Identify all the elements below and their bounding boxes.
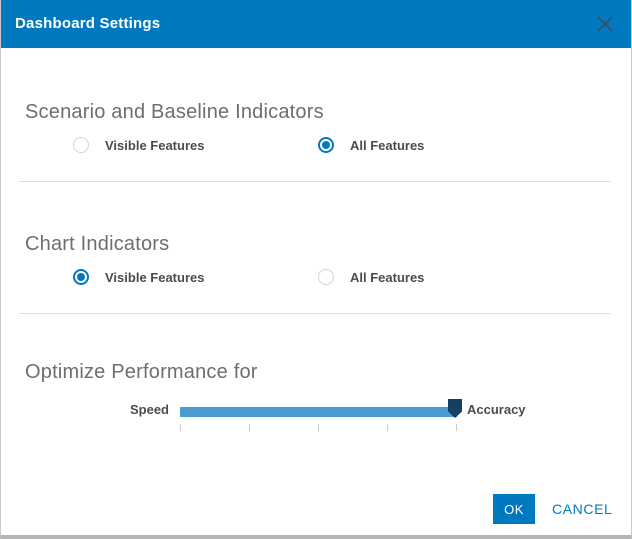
slider-tick xyxy=(249,424,250,431)
section-heading-scenario-baseline: Scenario and Baseline Indicators xyxy=(25,101,324,124)
cancel-button[interactable]: CANCEL xyxy=(552,494,612,524)
radio-label[interactable]: All Features xyxy=(350,270,424,285)
slider-tick xyxy=(456,424,457,431)
section-heading-chart-indicators: Chart Indicators xyxy=(25,233,169,256)
performance-slider-track[interactable] xyxy=(180,407,457,417)
dialog-titlebar: Dashboard Settings xyxy=(1,0,631,48)
slider-tick xyxy=(180,424,181,431)
section-divider xyxy=(19,181,611,182)
dialog-title: Dashboard Settings xyxy=(15,0,160,48)
close-x-icon xyxy=(597,16,613,32)
slider-label-speed: Speed xyxy=(127,402,169,417)
close-button[interactable] xyxy=(589,8,621,40)
radio-option-chart-all-features[interactable]: All Features xyxy=(318,268,424,286)
slider-tick xyxy=(318,424,319,431)
ok-button[interactable]: OK xyxy=(493,494,535,524)
radio-icon[interactable] xyxy=(73,269,89,285)
radio-option-chart-visible-features[interactable]: Visible Features xyxy=(73,268,204,286)
radio-label[interactable]: All Features xyxy=(350,138,424,153)
radio-option-scenario-visible-features[interactable]: Visible Features xyxy=(73,136,204,154)
radio-label[interactable]: Visible Features xyxy=(105,138,204,153)
radio-option-scenario-all-features[interactable]: All Features xyxy=(318,136,424,154)
slider-tick xyxy=(387,424,388,431)
radio-icon[interactable] xyxy=(318,269,334,285)
section-heading-optimize-performance: Optimize Performance for xyxy=(25,361,258,384)
radio-icon[interactable] xyxy=(318,137,334,153)
dashboard-settings-dialog: Dashboard Settings Scenario and Baseline… xyxy=(0,0,632,539)
slider-label-accuracy: Accuracy xyxy=(467,402,526,417)
slider-ticks xyxy=(180,424,457,432)
radio-label[interactable]: Visible Features xyxy=(105,270,204,285)
radio-icon[interactable] xyxy=(73,137,89,153)
section-divider xyxy=(19,313,611,314)
